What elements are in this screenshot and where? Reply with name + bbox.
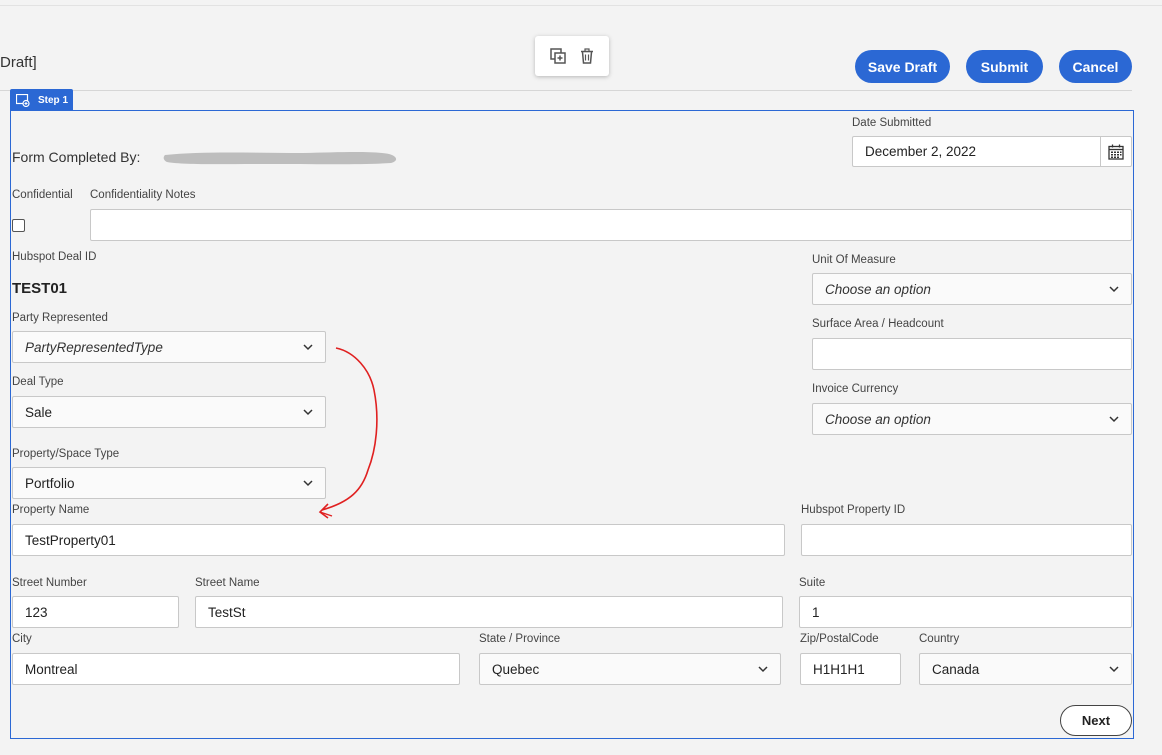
- street-name-label: Street Name: [195, 577, 260, 589]
- city-label: City: [12, 633, 32, 645]
- country-label: Country: [919, 633, 960, 645]
- hubspot-deal-id-label: Hubspot Deal ID: [12, 251, 97, 263]
- calendar-icon: [1108, 144, 1124, 160]
- next-button[interactable]: Next: [1060, 705, 1132, 736]
- trash-icon[interactable]: [578, 47, 596, 65]
- hubspot-deal-id-value: TEST01: [12, 280, 68, 297]
- invoice-currency-label: Invoice Currency: [812, 383, 899, 395]
- chevron-down-icon: [1109, 416, 1119, 423]
- copy-add-icon[interactable]: [549, 47, 567, 65]
- city-input[interactable]: Montreal: [12, 653, 460, 685]
- country-value: Canada: [932, 661, 980, 677]
- street-number-label: Street Number: [12, 577, 87, 589]
- hubspot-property-id-input[interactable]: [801, 524, 1132, 556]
- step-label: Step 1: [38, 95, 69, 106]
- unit-of-measure-select[interactable]: Choose an option: [812, 273, 1132, 305]
- surface-area-label: Surface Area / Headcount: [812, 318, 944, 330]
- state-province-label: State / Province: [479, 633, 561, 645]
- surface-area-input[interactable]: [812, 338, 1132, 370]
- submit-button[interactable]: Submit: [966, 50, 1043, 83]
- invoice-currency-value: Choose an option: [825, 411, 931, 427]
- date-submitted-label: Date Submitted: [852, 117, 932, 129]
- chevron-down-icon: [1109, 286, 1119, 293]
- state-province-select[interactable]: Quebec: [479, 653, 781, 685]
- confidential-checkbox[interactable]: [12, 219, 25, 232]
- top-divider: [0, 5, 1162, 6]
- date-submitted-field[interactable]: December 2, 2022: [852, 136, 1132, 167]
- street-number-input[interactable]: 123: [12, 596, 179, 628]
- street-name-input[interactable]: TestSt: [195, 596, 783, 628]
- deal-type-select[interactable]: Sale: [12, 396, 326, 428]
- cancel-button[interactable]: Cancel: [1059, 50, 1132, 83]
- country-select[interactable]: Canada: [919, 653, 1132, 685]
- property-space-type-value: Portfolio: [25, 475, 75, 491]
- party-represented-select[interactable]: PartyRepresentedType: [12, 331, 326, 363]
- deal-type-value: Sale: [25, 404, 53, 420]
- suite-input[interactable]: 1: [799, 596, 1132, 628]
- floating-toolbar: [535, 36, 609, 76]
- page-title-fragment: Draft]: [0, 54, 37, 71]
- chevron-down-icon: [303, 344, 313, 351]
- calendar-button[interactable]: [1100, 137, 1131, 166]
- zip-input[interactable]: H1H1H1: [800, 653, 901, 685]
- party-represented-label: Party Represented: [12, 312, 108, 324]
- redacted-name: [163, 152, 397, 165]
- step-form-icon: [16, 94, 30, 107]
- zip-label: Zip/PostalCode: [800, 633, 879, 645]
- property-space-type-select[interactable]: Portfolio: [12, 467, 326, 499]
- unit-of-measure-label: Unit Of Measure: [812, 254, 896, 266]
- property-name-input[interactable]: TestProperty01: [12, 524, 785, 556]
- suite-label: Suite: [799, 577, 826, 589]
- deal-type-label: Deal Type: [12, 376, 64, 388]
- invoice-currency-select[interactable]: Choose an option: [812, 403, 1132, 435]
- state-province-value: Quebec: [492, 661, 540, 677]
- save-draft-button[interactable]: Save Draft: [855, 50, 950, 83]
- date-submitted-value: December 2, 2022: [865, 144, 977, 159]
- chevron-down-icon: [1109, 666, 1119, 673]
- confidential-label: Confidential: [12, 189, 73, 201]
- unit-of-measure-value: Choose an option: [825, 281, 931, 297]
- property-name-label: Property Name: [12, 504, 90, 516]
- chevron-down-icon: [303, 409, 313, 416]
- party-represented-value: PartyRepresentedType: [25, 339, 163, 355]
- hubspot-property-id-label: Hubspot Property ID: [801, 504, 906, 516]
- chevron-down-icon: [758, 666, 768, 673]
- step-tab[interactable]: Step 1: [10, 89, 73, 111]
- chevron-down-icon: [303, 480, 313, 487]
- header-divider: [0, 90, 1132, 91]
- property-space-type-label: Property/Space Type: [12, 448, 120, 460]
- confidentiality-notes-input[interactable]: [90, 209, 1132, 241]
- form-completed-by-label: Form Completed By:: [12, 149, 141, 165]
- confidentiality-notes-label: Confidentiality Notes: [90, 189, 196, 201]
